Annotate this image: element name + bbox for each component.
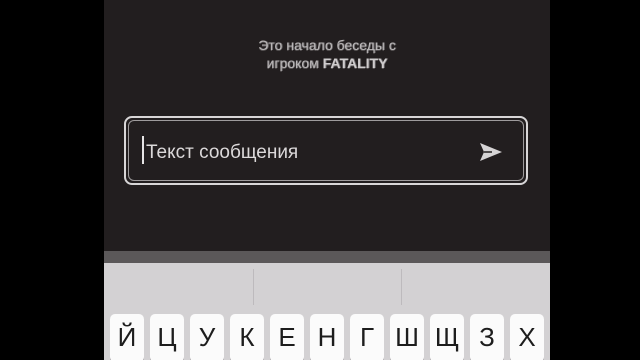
- keyboard-row-top: Й Ц У К Е Н Г Ш Щ З Х: [110, 314, 550, 360]
- key-4[interactable]: К: [230, 314, 264, 360]
- key-1[interactable]: Й: [110, 314, 144, 360]
- conversation-start-notice: Это начало беседы с игроком FATALITY: [104, 36, 550, 72]
- key-3[interactable]: У: [190, 314, 224, 360]
- send-button[interactable]: [478, 140, 504, 164]
- key-10[interactable]: З: [470, 314, 504, 360]
- conversation-start-prefix: игроком: [266, 55, 323, 71]
- keyboard: Й Ц У К Е Н Г Ш Щ З Х: [104, 263, 550, 360]
- conversation-start-line2: игроком FATALITY: [104, 54, 550, 72]
- key-8[interactable]: Ш: [390, 314, 424, 360]
- key-6[interactable]: Н: [310, 314, 344, 360]
- key-11[interactable]: Х: [510, 314, 544, 360]
- key-7[interactable]: Г: [350, 314, 384, 360]
- keyboard-top-edge: [104, 251, 550, 263]
- key-9[interactable]: Щ: [430, 314, 464, 360]
- send-arrow-icon: [480, 143, 502, 161]
- player-name: FATALITY: [322, 55, 388, 71]
- key-5[interactable]: Е: [270, 314, 304, 360]
- key-2[interactable]: Ц: [150, 314, 184, 360]
- suggestion-slot-1[interactable]: [104, 269, 252, 305]
- message-composer[interactable]: [124, 116, 528, 185]
- suggestion-slot-2[interactable]: [253, 269, 402, 305]
- suggestion-bar: [104, 263, 550, 311]
- conversation-start-line1: Это начало беседы с: [258, 37, 396, 53]
- suggestion-slot-3[interactable]: [401, 269, 550, 305]
- chat-screen: Это начало беседы с игроком FATALITY Й Ц…: [104, 0, 550, 360]
- message-input[interactable]: [144, 138, 468, 168]
